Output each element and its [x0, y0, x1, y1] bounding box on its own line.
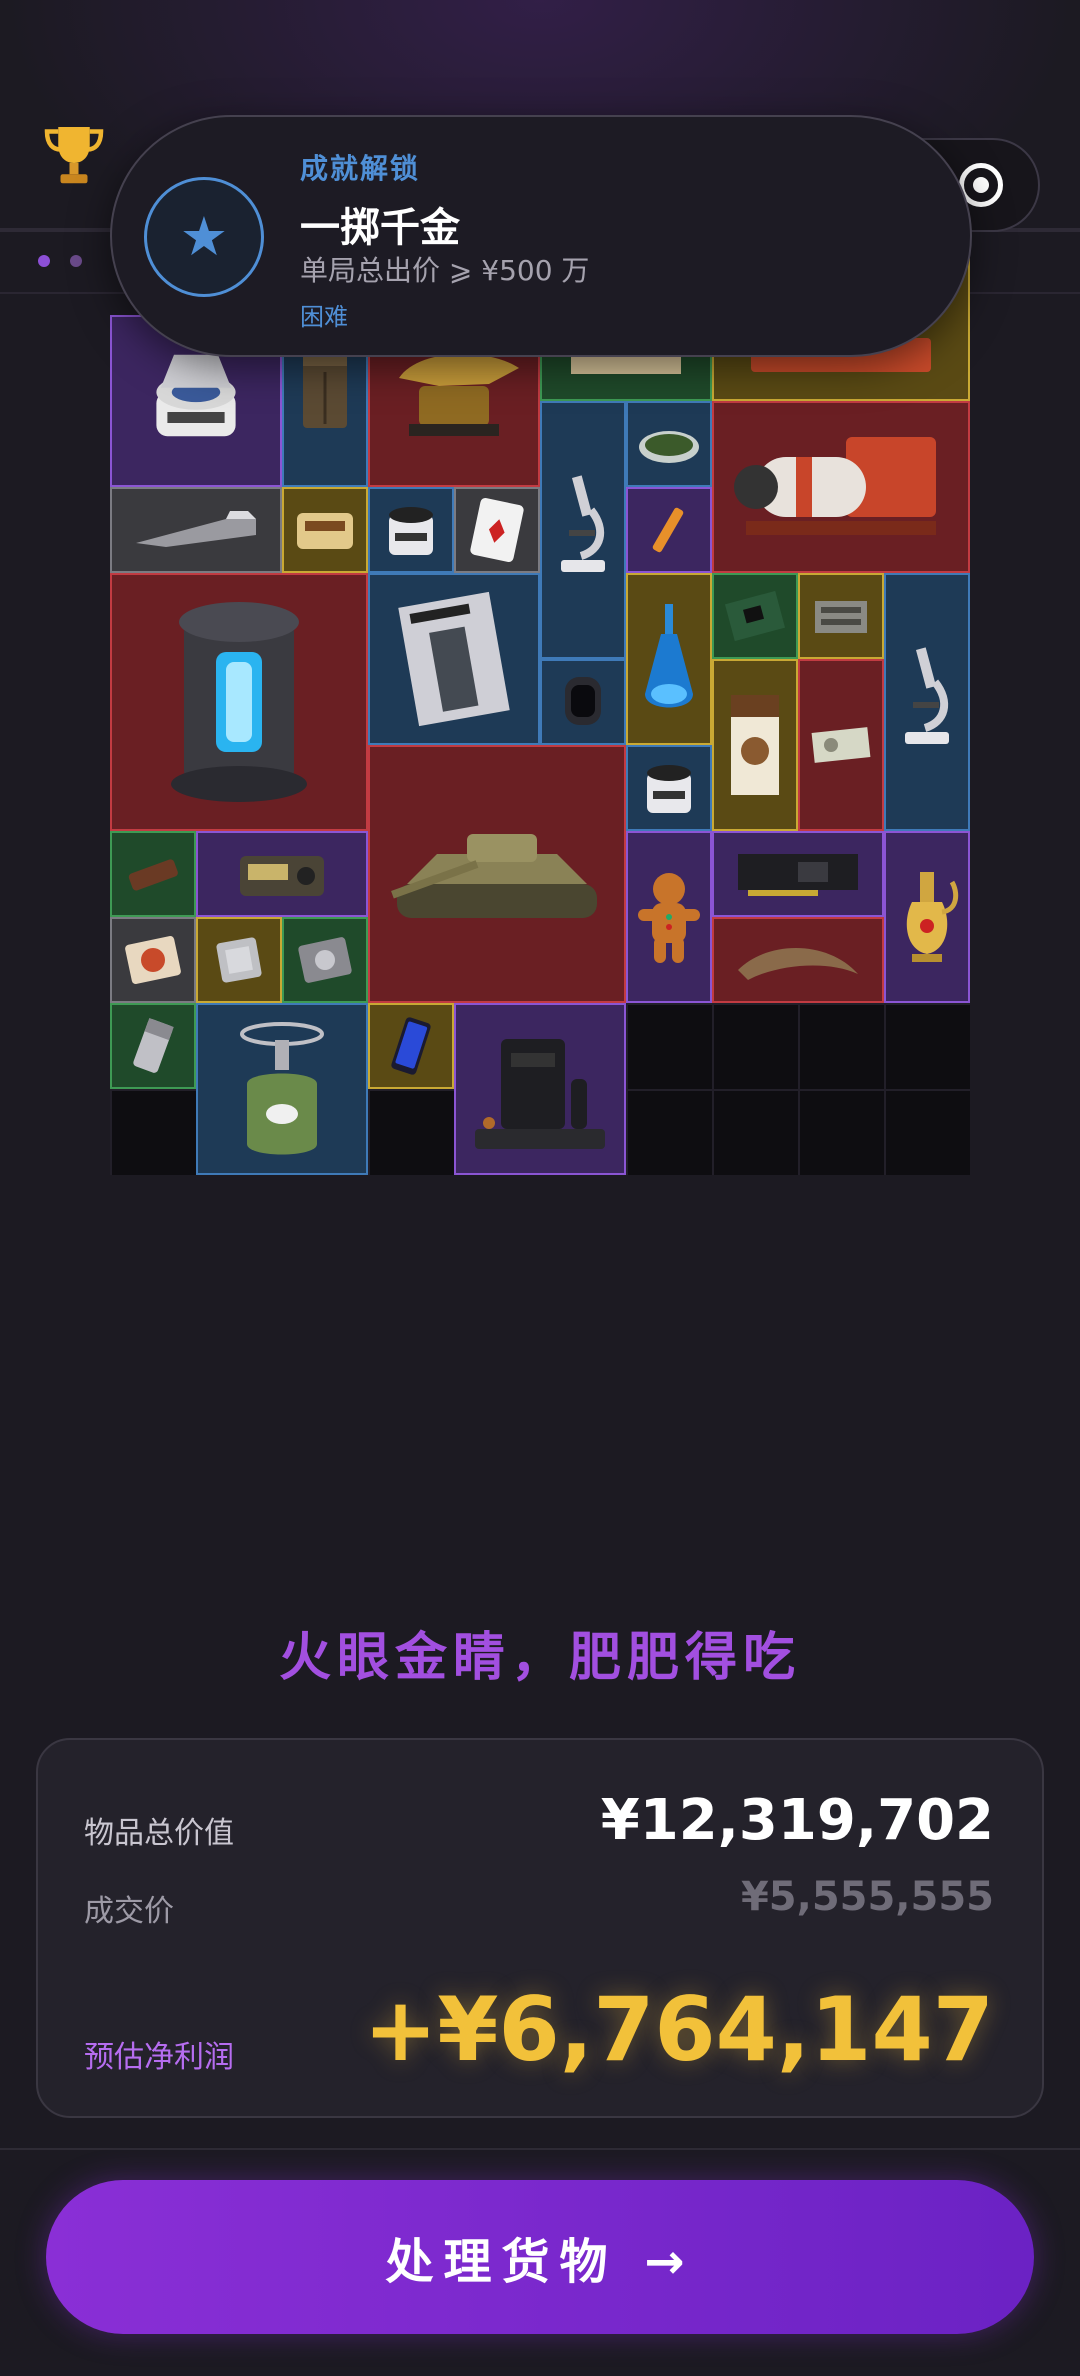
star-icon: ★ [179, 205, 229, 268]
item-microscope-2[interactable] [884, 573, 970, 831]
item-lighter[interactable] [110, 1003, 196, 1089]
chocolate-bar-icon [128, 859, 178, 891]
achievement-title: 一掷千金 [300, 205, 460, 251]
coffee-machine-icon [475, 1039, 605, 1149]
item-gas-cylinder-rig[interactable] [712, 401, 970, 573]
magazine-icon [398, 591, 510, 727]
achievement-badge: ★ [144, 177, 264, 297]
jar-icon [647, 765, 691, 813]
item-circuit-board[interactable] [712, 573, 798, 659]
reactor-core-icon [171, 602, 307, 802]
potion-flask-icon [645, 604, 693, 708]
cpu-chip-icon [216, 937, 262, 983]
centrifuge-icon [156, 354, 236, 437]
graphics-card-icon [738, 854, 858, 896]
dinosaur-claw-icon [738, 947, 858, 980]
summary-card: 物品总价值 ¥12,319,702 成交价 ¥5,555,555 预估净利润 +… [36, 1738, 1044, 2118]
cylinder-rig-icon [734, 437, 936, 535]
net-profit-amount: +¥6,764,147 [363, 1978, 994, 2081]
item-sample-jar-2[interactable] [626, 745, 712, 831]
trophy-icon[interactable] [38, 118, 110, 190]
item-chocolate-bar[interactable] [110, 831, 196, 917]
gingerbread-icon [638, 873, 700, 963]
item-smartphone[interactable] [368, 1003, 454, 1089]
jar-icon [389, 507, 433, 555]
item-banknote[interactable] [798, 659, 884, 831]
achievement-kicker: 成就解锁 [300, 152, 421, 185]
tank-icon [391, 834, 597, 918]
item-golden-teapot[interactable] [884, 831, 970, 1003]
playing-card-icon [470, 497, 524, 563]
item-energy-reactor-core[interactable] [110, 573, 368, 831]
item-playing-card[interactable] [454, 487, 540, 573]
tin-icon [297, 513, 353, 549]
camping-stove-icon [240, 1022, 324, 1155]
item-cigarette-tin[interactable] [282, 487, 368, 573]
item-microscope[interactable] [540, 401, 626, 659]
item-radio[interactable] [196, 831, 368, 917]
syringe-icon [652, 507, 684, 553]
item-syringe[interactable] [626, 487, 712, 573]
total-value-label: 物品总价值 [84, 1816, 234, 1851]
process-goods-button[interactable]: 处理货物 → [46, 2180, 1034, 2334]
hard-drive-icon [298, 937, 352, 983]
item-dinosaur-claw[interactable] [712, 917, 884, 1003]
electronic-module-icon [815, 601, 867, 633]
item-electronic-module[interactable] [798, 573, 884, 659]
teapot-icon [906, 872, 959, 962]
page-indicator-dots [38, 255, 82, 267]
banknote-icon [811, 727, 871, 763]
utility-knife-icon [136, 511, 256, 547]
smartphone-icon [391, 1017, 431, 1075]
item-camping-stove[interactable] [196, 1003, 368, 1175]
item-cpu-chip[interactable] [196, 917, 282, 1003]
item-utility-knife[interactable] [110, 487, 282, 573]
lighter-icon [133, 1018, 174, 1073]
petri-dish-icon [639, 431, 699, 463]
item-blue-potion-flask[interactable] [626, 573, 712, 745]
loot-grid [110, 229, 970, 1175]
total-value-amount: ¥12,319,702 [600, 1788, 994, 1853]
coffee-box-icon [731, 695, 779, 795]
item-coffee-machine[interactable] [454, 1003, 626, 1175]
achievement-difficulty: 困难 [300, 303, 348, 331]
microscope-icon [561, 475, 605, 572]
item-hard-drive[interactable] [282, 917, 368, 1003]
item-graphics-card[interactable] [712, 831, 884, 917]
circuit-board-icon [724, 591, 786, 641]
achievement-toast[interactable]: ★ 成就解锁 一掷千金 单局总出价 ⩾ ¥500 万 困难 [110, 115, 972, 357]
item-gingerbread-man[interactable] [626, 831, 712, 1003]
item-coffee-box[interactable] [712, 659, 798, 831]
result-slogan: 火眼金睛，肥肥得吃 [278, 1628, 801, 1688]
net-profit-label: 预估净利润 [84, 2040, 234, 2075]
item-smartwatch[interactable] [540, 659, 626, 745]
item-petri-dish[interactable] [626, 401, 712, 487]
achievement-description: 单局总出价 ⩾ ¥500 万 [300, 254, 590, 287]
deal-price-amount: ¥5,555,555 [740, 1874, 994, 1920]
item-sample-jar[interactable] [368, 487, 454, 573]
item-instant-noodles[interactable] [110, 917, 196, 1003]
footer-divider [0, 2148, 1080, 2150]
radio-icon [240, 856, 324, 896]
item-fashion-magazine[interactable] [368, 573, 540, 745]
noodles-icon [125, 935, 181, 985]
item-battle-tank[interactable] [368, 745, 626, 1003]
deal-price-label: 成交价 [84, 1894, 174, 1929]
microscope-icon [905, 647, 949, 744]
smartwatch-icon [565, 677, 601, 725]
